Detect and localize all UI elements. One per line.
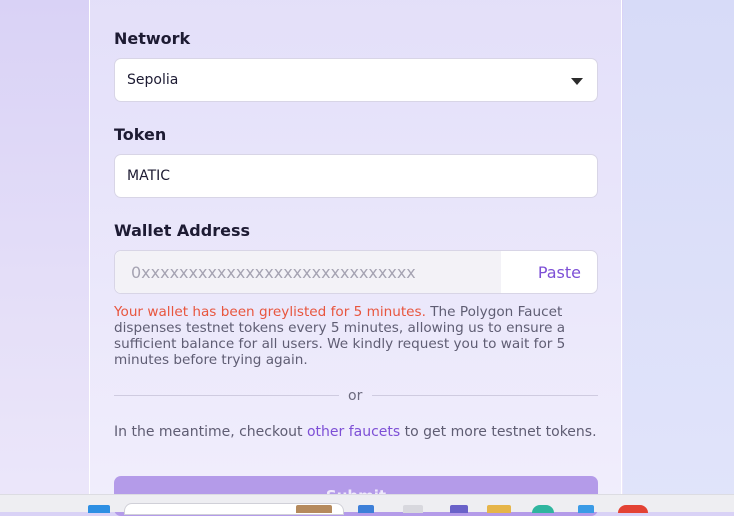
network-select[interactable]: Sepolia	[114, 58, 598, 102]
network-selected-value: Sepolia	[127, 72, 179, 88]
meantime-before: In the meantime, checkout	[114, 424, 307, 440]
search-highlight-image	[296, 505, 332, 513]
meantime-after: to get more testnet tokens.	[400, 424, 597, 440]
token-field[interactable]: MATIC	[114, 154, 598, 198]
page-background-right	[623, 0, 734, 511]
divider-right	[372, 395, 598, 396]
greylist-warning: Your wallet has been greylisted for 5 mi…	[114, 304, 426, 320]
folder-icon[interactable]	[403, 505, 423, 513]
wallet-address-input[interactable]	[115, 251, 501, 293]
wallet-address-field: Paste	[114, 250, 598, 294]
file-explorer-icon[interactable]	[487, 505, 511, 513]
teams-icon[interactable]	[450, 505, 468, 513]
divider-left	[114, 395, 339, 396]
edge-icon[interactable]	[532, 505, 554, 513]
chevron-down-icon	[571, 78, 583, 85]
greylist-notice: Your wallet has been greylisted for 5 mi…	[114, 304, 598, 368]
chrome-icon[interactable]	[618, 505, 648, 513]
taskbar	[0, 494, 734, 515]
wallet-address-label: Wallet Address	[114, 221, 250, 240]
divider-or: or	[348, 388, 363, 404]
other-faucets-link[interactable]: other faucets	[307, 424, 400, 440]
copilot-icon[interactable]	[358, 505, 374, 513]
store-icon[interactable]	[578, 505, 594, 513]
meantime-text: In the meantime, checkout other faucets …	[114, 424, 597, 440]
token-value: MATIC	[127, 168, 171, 184]
windows-start-icon[interactable]	[88, 505, 110, 513]
network-label: Network	[114, 29, 191, 48]
paste-button[interactable]: Paste	[538, 263, 581, 282]
token-label: Token	[114, 125, 167, 144]
